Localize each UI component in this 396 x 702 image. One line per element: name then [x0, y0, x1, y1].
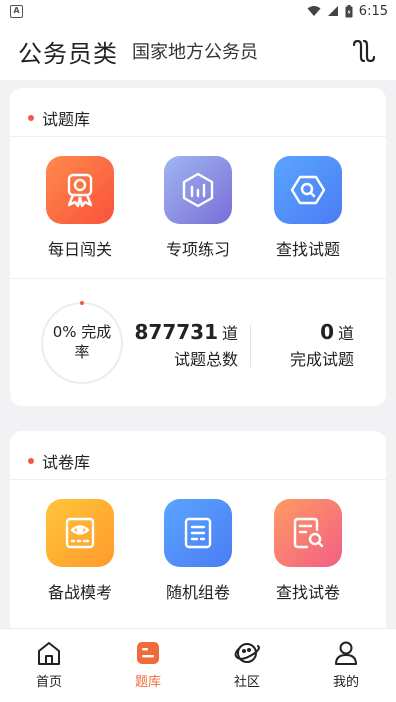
completion-label: 完成: [81, 323, 112, 341]
tab-label: 社区: [233, 675, 260, 690]
clock: 6:15: [358, 3, 388, 19]
signal-icon: [327, 6, 338, 16]
completion-label-2: 率: [74, 343, 90, 361]
section-dot: [28, 458, 34, 464]
tab-profile[interactable]: 我的: [306, 639, 386, 690]
paper-bank-header: 试卷库: [28, 449, 90, 473]
wifi-icon: [307, 6, 321, 16]
medal-icon: [46, 156, 114, 224]
question-bank-header: 试题库: [28, 106, 90, 130]
status-bar: A 6:15: [0, 0, 396, 22]
planet-icon: [234, 643, 260, 663]
random-paper-button[interactable]: 随机组卷: [148, 499, 248, 603]
tab-home[interactable]: 首页: [9, 639, 89, 690]
done-unit: 道: [337, 324, 354, 343]
divider: [10, 136, 386, 137]
bar-chart-icon: [164, 156, 232, 224]
app-header: 公务员类 国家地方公务员: [0, 22, 396, 80]
find-question-button[interactable]: 查找试题: [258, 156, 358, 260]
profile-icon: [335, 641, 357, 665]
home-icon: [38, 642, 60, 665]
completion-percent: 0%: [52, 323, 77, 341]
divider: [10, 479, 386, 480]
special-practice-button[interactable]: 专项练习: [148, 156, 248, 260]
random-paper-icon: [164, 499, 232, 567]
tab-question-bank[interactable]: 题库: [108, 639, 188, 690]
status-icons: 6:15: [307, 4, 388, 19]
section-title: 试卷库: [42, 453, 91, 472]
category-subtitle[interactable]: 国家地方公务员: [132, 38, 258, 64]
mock-exam-button[interactable]: 备战模考: [30, 499, 130, 603]
total-questions-stat: 877731 道 试题总数: [134, 320, 238, 370]
app-notification-icon: A: [10, 4, 23, 18]
done-caption: 完成试题: [289, 350, 354, 369]
total-caption: 试题总数: [173, 350, 238, 369]
total-number: 877731: [134, 320, 218, 344]
tile-label: 查找试题: [275, 240, 340, 259]
bottom-tab-bar: 首页 题库 社区 我的: [0, 628, 396, 702]
daily-challenge-button[interactable]: 每日闯关: [30, 156, 130, 260]
total-unit: 道: [221, 324, 238, 343]
completed-questions-stat: 0道 完成试题: [290, 320, 354, 370]
section-dot: [28, 115, 34, 121]
tile-label: 每日闯关: [47, 240, 112, 259]
completion-rate: 0% 完成 率: [40, 322, 124, 362]
page-title: 公务员类: [18, 39, 118, 68]
tile-label: 备战模考: [47, 583, 112, 602]
tab-community[interactable]: 社区: [207, 639, 287, 690]
battery-icon: [345, 4, 353, 17]
find-paper-button[interactable]: 查找试卷: [258, 499, 358, 603]
tab-label: 首页: [35, 675, 62, 690]
stat-separator: [250, 325, 251, 367]
switch-icon[interactable]: [350, 37, 378, 65]
section-title: 试题库: [42, 110, 91, 129]
question-bank-icon: [137, 642, 159, 664]
tile-label: 专项练习: [165, 240, 230, 259]
tile-label: 查找试卷: [275, 583, 340, 602]
question-bank-card: 试题库 每日闯关 专项练习 查找试题 0% 完成 率 877731 道 试题总数…: [10, 88, 386, 406]
search-icon: [274, 156, 342, 224]
paper-bank-card: 试卷库 备战模考 随机组卷 查找试卷: [10, 431, 386, 641]
search-paper-icon: [274, 499, 342, 567]
done-number: 0: [320, 320, 334, 344]
tab-label: 题库: [134, 675, 161, 690]
exam-eye-icon: [46, 499, 114, 567]
tab-label: 我的: [332, 675, 359, 690]
tile-label: 随机组卷: [165, 583, 230, 602]
divider: [10, 278, 386, 279]
